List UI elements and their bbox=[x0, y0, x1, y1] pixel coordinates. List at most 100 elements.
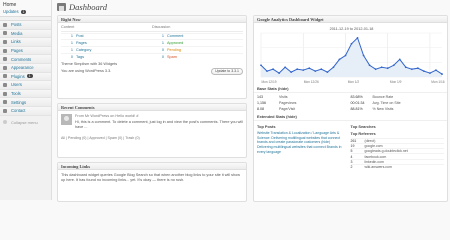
content-count[interactable]: 1 bbox=[61, 48, 73, 52]
content-label[interactable]: Pages bbox=[76, 41, 87, 45]
sidebar-item-label: Tools bbox=[11, 91, 21, 97]
top-post-link[interactable]: Delivering multilingual websites that co… bbox=[257, 145, 351, 154]
comment-from-link[interactable]: From Mr WordPress on Hello world! # bbox=[75, 114, 243, 119]
chart-point bbox=[410, 68, 413, 71]
content-row[interactable]: 0 Tags bbox=[61, 52, 152, 60]
collapse-menu-button[interactable]: Collapse menu bbox=[0, 116, 51, 129]
chart-point bbox=[338, 58, 341, 61]
comments-icon bbox=[3, 57, 7, 62]
discussion-row[interactable]: 0 Pending bbox=[152, 46, 243, 53]
sidebar-item-label: Posts bbox=[11, 22, 22, 28]
sidebar-item-comments[interactable]: Comments bbox=[0, 55, 51, 64]
sidebar-home-link[interactable]: Home bbox=[3, 2, 16, 8]
incoming-links-title[interactable]: Incoming Links bbox=[58, 163, 246, 170]
discussion-label[interactable]: Spam bbox=[167, 55, 177, 59]
chart-point bbox=[441, 73, 443, 75]
sidebar-item-users[interactable]: Users bbox=[0, 81, 51, 90]
content-row[interactable]: 1 Pages bbox=[61, 39, 152, 46]
discussion-label[interactable]: Comment bbox=[167, 34, 183, 38]
comment-item: From Mr WordPress on Hello world! # Hi, … bbox=[58, 111, 246, 133]
sidebar-updates-link[interactable]: Updates 1 bbox=[3, 9, 48, 14]
content-heading: Content bbox=[61, 25, 152, 32]
plugins-icon bbox=[3, 74, 7, 79]
content-label[interactable]: Tags bbox=[76, 55, 84, 59]
sidebar-item-tools[interactable]: Tools bbox=[0, 89, 51, 99]
content-row[interactable]: 1 Post bbox=[61, 32, 152, 40]
version-info: You are using WordPress 3.3. bbox=[61, 69, 112, 74]
content-count[interactable]: 1 bbox=[61, 41, 73, 45]
chart-date-range: 2011-12-19 to 2012-01-18 bbox=[330, 27, 374, 31]
chart-x-tick-label: Mon 1/9 bbox=[390, 80, 402, 84]
page-header: Dashboard bbox=[57, 2, 107, 12]
comment-excerpt: Hi, this is a comment. To delete a comme… bbox=[75, 120, 243, 130]
ga-widget-title[interactable]: Google Analytics Dashboard Widget bbox=[254, 16, 447, 23]
chart-point bbox=[260, 64, 262, 67]
sidebar-dashboard-header[interactable]: Home Updates 1 bbox=[0, 0, 51, 17]
update-wordpress-button[interactable]: Update to 3.3.1 bbox=[211, 67, 243, 76]
discussion-heading: Discussion bbox=[152, 25, 243, 32]
chart-point bbox=[296, 68, 299, 71]
chart-point bbox=[284, 66, 287, 69]
stat-label: Page/Visit bbox=[279, 106, 296, 111]
referrer-count: 19 bbox=[350, 144, 355, 149]
tools-icon bbox=[3, 91, 7, 96]
sidebar-item-label: Media bbox=[11, 30, 23, 36]
right-now-title[interactable]: Right Now bbox=[58, 16, 246, 23]
content-count[interactable]: 1 bbox=[61, 34, 73, 38]
top-post-link[interactable]: Website Translation & Localization / Lan… bbox=[257, 131, 351, 136]
sidebar-item-appearance[interactable]: Appearance bbox=[0, 63, 51, 73]
chart-x-tick-label: Mon 12/26 bbox=[304, 80, 319, 84]
content-column: Content 1 Post 1 Pages 1 Category 0 Tags bbox=[61, 25, 152, 60]
posts-icon bbox=[3, 22, 7, 27]
page-title: Dashboard bbox=[69, 2, 107, 12]
chart-point bbox=[435, 69, 437, 72]
sidebar-item-settings[interactable]: Settings bbox=[0, 98, 51, 107]
chart-point bbox=[380, 66, 383, 69]
sidebar-item-posts[interactable]: Posts bbox=[0, 21, 51, 30]
discussion-row[interactable]: 0 Spam bbox=[152, 52, 243, 60]
discussion-count[interactable]: 1 bbox=[152, 41, 164, 45]
discussion-row[interactable]: 1 Approved bbox=[152, 39, 243, 46]
admin-sidebar: Home Updates 1 Posts Media Links Pages Commen… bbox=[0, 0, 52, 200]
right-now-widget: Right Now Content 1 Post 1 Pages 1 Category 0 T… bbox=[57, 15, 247, 99]
content-label[interactable]: Category bbox=[76, 48, 91, 52]
stat-label: Pageviews bbox=[279, 101, 297, 106]
plugins-update-badge: 1 bbox=[26, 74, 33, 79]
stat-label: Visits bbox=[279, 95, 288, 100]
discussion-count[interactable]: 1 bbox=[152, 34, 164, 38]
extended-stats-title[interactable]: Extended Stats (hide) bbox=[254, 113, 447, 122]
stat-label: % New Visits bbox=[372, 106, 394, 111]
referrer-count: 2 bbox=[350, 164, 353, 169]
content-row[interactable]: 1 Category bbox=[61, 46, 152, 53]
content-label[interactable]: Post bbox=[76, 34, 84, 38]
stat-value: 8.08 bbox=[257, 106, 264, 111]
top-referrers-title: Top Referrers bbox=[350, 131, 376, 137]
chart-point bbox=[350, 42, 353, 45]
chart-point bbox=[416, 67, 419, 70]
base-stats-left: 143 Visits 1,156 Pageviews 8.08 Page/Visit bbox=[257, 95, 351, 112]
top-searches-section: Top Searches Top Referrers 261 (direct) 19… bbox=[350, 122, 444, 169]
discussion-row[interactable]: 1 Comment bbox=[152, 32, 243, 40]
referrer-source: wiki.answers.com bbox=[364, 164, 392, 169]
content-count[interactable]: 0 bbox=[61, 55, 73, 59]
sidebar-item-media[interactable]: Media bbox=[0, 29, 51, 39]
chart-point bbox=[278, 72, 280, 74]
settings-icon bbox=[3, 100, 7, 105]
sidebar-item-label: Links bbox=[11, 39, 21, 45]
recent-comments-title[interactable]: Recent Comments bbox=[58, 104, 246, 111]
discussion-count[interactable]: 0 bbox=[152, 48, 164, 52]
sidebar-item-links[interactable]: Links bbox=[0, 38, 51, 47]
comment-filter-links[interactable]: All | Pending (0) | Approved | Spam (0) … bbox=[58, 133, 246, 143]
top-searches-title: Top Searches bbox=[350, 124, 376, 130]
discussion-label[interactable]: Pending bbox=[167, 48, 181, 52]
sidebar-item-plugins[interactable]: Plugins 1 bbox=[0, 72, 51, 82]
dashboard-icon bbox=[57, 3, 66, 11]
discussion-column: Discussion 1 Comment 1 Approved 0 Pending 0 Spa… bbox=[152, 25, 243, 60]
discussion-label[interactable]: Approved bbox=[167, 41, 183, 45]
base-stats-title[interactable]: Base Stats (hide) bbox=[254, 85, 447, 93]
stat-value: 88.81% bbox=[350, 106, 363, 111]
sidebar-item-pages[interactable]: Pages bbox=[0, 46, 51, 56]
sidebar-item-contact[interactable]: Contact bbox=[0, 106, 51, 116]
discussion-count[interactable]: 0 bbox=[152, 55, 164, 59]
chart-point bbox=[320, 68, 323, 71]
